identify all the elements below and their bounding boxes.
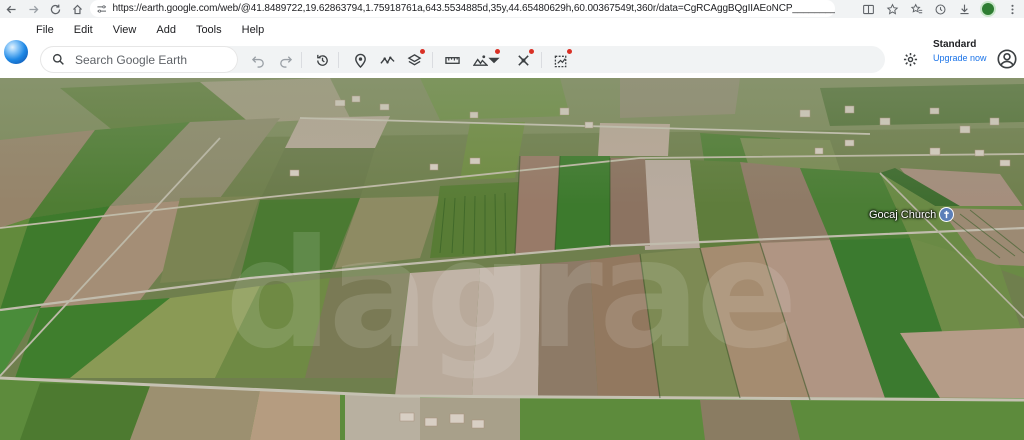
redo-icon[interactable] [273,48,297,72]
address-bar[interactable]: https://earth.google.com/web/@41.8489722… [90,0,835,17]
toolbar-divider [541,52,542,68]
split-screen-icon[interactable] [856,0,880,18]
menu-bar: File Edit View Add Tools Help [0,18,1024,42]
menu-edit[interactable]: Edit [74,24,93,36]
profile-icon[interactable] [976,0,1000,18]
menu-help[interactable]: Help [242,24,265,36]
placemark-icon[interactable] [348,48,372,72]
chevron-down-icon[interactable] [487,48,501,72]
earth-map-viewport[interactable]: dagrae Gocaj Church [0,78,1024,440]
search-field[interactable] [40,46,238,73]
notification-badge [529,49,534,54]
undo-icon[interactable] [246,48,270,72]
bookmark-star-icon[interactable] [880,0,904,18]
home-icon[interactable] [66,0,88,18]
satellite-icon[interactable] [511,48,535,72]
forward-arrow-icon[interactable] [22,0,44,18]
browser-actions [856,0,1024,18]
search-input[interactable] [75,52,235,67]
downloads-icon[interactable] [952,0,976,18]
notification-badge [567,49,572,54]
poi-label[interactable]: Gocaj Church [869,209,936,221]
search-icon [52,53,64,65]
notification-badge [420,49,425,54]
layers-icon[interactable] [402,48,426,72]
browser-toolbar: https://earth.google.com/web/@41.8489722… [0,0,1024,18]
site-settings-icon[interactable] [96,3,107,15]
back-arrow-icon[interactable] [0,0,22,18]
church-icon[interactable] [939,207,955,222]
toolbar-divider [338,52,339,68]
satellite-imagery [0,78,1024,440]
menu-view[interactable]: View [113,24,137,36]
history-icon[interactable] [928,0,952,18]
reload-icon[interactable] [44,0,66,18]
account-icon[interactable] [996,48,1018,70]
new-project-icon[interactable] [549,48,573,72]
path-icon[interactable] [375,48,399,72]
upgrade-link[interactable]: Upgrade now [933,52,987,64]
menu-add[interactable]: Add [156,24,176,36]
measure-icon[interactable] [440,48,464,72]
toolbar-divider [432,52,433,68]
poi-marker[interactable]: Gocaj Church [869,207,955,222]
google-earth-logo[interactable] [4,40,28,64]
menu-file[interactable]: File [36,24,54,36]
history-icon[interactable] [310,48,334,72]
menu-tools[interactable]: Tools [196,24,222,36]
gear-icon[interactable] [899,48,921,70]
account-plan: Standard Upgrade now [933,39,987,64]
more-menu-icon[interactable] [1000,0,1024,18]
url-text: https://earth.google.com/web/@41.8489722… [112,3,835,14]
toolbar-divider [301,52,302,68]
bookmarks-icon[interactable] [904,0,928,18]
plan-label: Standard [933,39,977,50]
